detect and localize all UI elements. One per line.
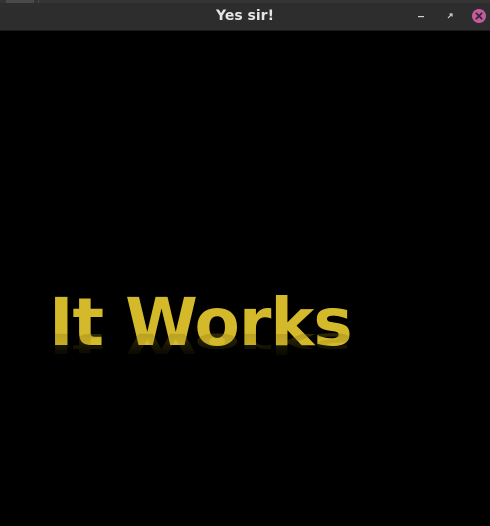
maximize-icon	[447, 13, 453, 19]
close-button[interactable]	[471, 8, 487, 24]
hero-text-reflection: It Works	[49, 327, 352, 360]
close-icon	[472, 9, 486, 23]
minimize-icon	[418, 16, 424, 18]
minimize-button[interactable]	[413, 8, 429, 24]
maximize-button[interactable]	[442, 8, 458, 24]
app-window: Yes sir! It Works It Works	[0, 0, 490, 526]
content-area: It Works It Works	[0, 31, 490, 526]
title-bar[interactable]: Yes sir!	[0, 0, 490, 31]
